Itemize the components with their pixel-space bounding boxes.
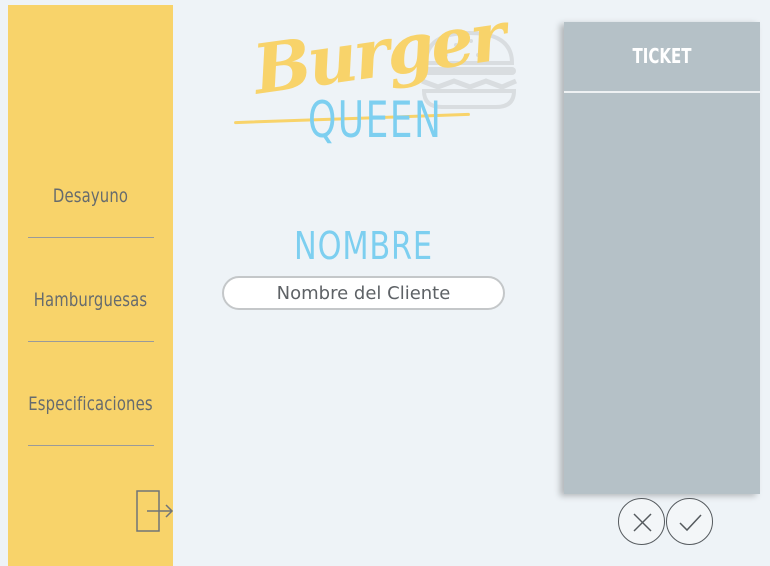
sidebar-divider — [28, 237, 154, 238]
cancel-button[interactable] — [618, 498, 665, 545]
logo-sub-text: QUEEN — [308, 91, 443, 149]
brand-logo: Burger QUEEN — [226, 0, 526, 170]
sidebar: Desayuno Hamburguesas Especificaciones — [8, 5, 175, 566]
name-heading: NOMBRE — [294, 224, 433, 268]
sidebar-item-label: Especificaciones — [28, 393, 153, 415]
sidebar-item-label: Hamburguesas — [33, 289, 148, 311]
sidebar-item-especificaciones[interactable]: Especificaciones — [26, 393, 155, 415]
sidebar-item-hamburguesas[interactable]: Hamburguesas — [26, 289, 155, 311]
sidebar-item-label: Desayuno — [52, 185, 129, 207]
ticket-title: TICKET — [632, 44, 692, 68]
check-icon — [679, 514, 702, 532]
sidebar-item-desayuno[interactable]: Desayuno — [26, 185, 155, 207]
logout-icon — [136, 490, 174, 532]
ticket-panel: TICKET — [564, 22, 760, 494]
close-icon — [633, 513, 652, 532]
sidebar-divider — [28, 445, 154, 446]
sidebar-divider — [28, 341, 154, 342]
customer-name-input[interactable] — [222, 276, 505, 310]
logout-button[interactable] — [135, 489, 175, 533]
confirm-button[interactable] — [666, 498, 713, 545]
ticket-divider — [564, 91, 760, 93]
